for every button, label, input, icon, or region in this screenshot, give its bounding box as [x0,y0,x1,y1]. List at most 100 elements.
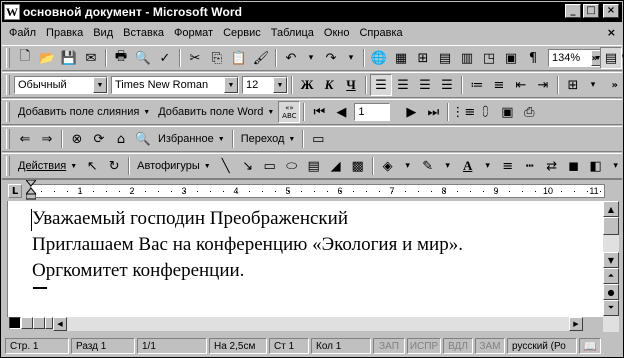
font-select[interactable]: Times New Roman ▼ [111,76,239,94]
document-line-signature[interactable]: Оргкомитет конференции. [32,260,244,282]
dash-style-icon[interactable]: ┅ [519,155,541,177]
scroll-right-icon[interactable]: ▶ [569,317,583,331]
merge-to-document-icon[interactable]: ▣ [496,101,518,123]
paste-icon[interactable]: 📋 [228,47,250,69]
toolbar-overflow-icon[interactable]: » [612,80,618,91]
email-icon[interactable]: ✉ [80,47,102,69]
view-toggle-icon[interactable]: ▤ [600,47,622,69]
status-overtype[interactable]: ЗАМ [475,338,505,354]
web-view-icon[interactable] [21,317,33,329]
ruler-strip[interactable]: 1 2 3 4 5 6 7 8 9 10 11 [30,184,605,198]
status-page[interactable]: Стр. 1 [5,338,69,354]
toolbar-grip[interactable] [6,48,10,68]
toolbar-grip[interactable] [6,129,10,149]
toolbar-overflow-icon[interactable]: » [592,53,598,64]
menu-table[interactable]: Таблица [266,27,319,39]
insert-excel-icon[interactable]: ▤ [434,47,456,69]
spelling-status-icon[interactable]: 📖 [579,338,601,354]
go-button[interactable]: Переход ▼ [237,128,300,150]
menu-view[interactable]: Вид [88,27,118,39]
scroll-down-icon[interactable]: ▼ [603,252,619,268]
rectangle-icon[interactable]: ▭ [259,155,281,177]
copy-icon[interactable]: ⎘ [206,47,228,69]
toolbar-grip[interactable] [6,102,10,122]
select-objects-icon[interactable]: ↖ [81,155,103,177]
stop-icon[interactable]: ⊗ [66,128,88,150]
fill-color-icon[interactable]: ◈ [377,155,399,177]
document-line-invitation[interactable]: Приглашаем Вас на конференцию «Экология … [32,234,463,256]
status-position[interactable]: На 2,5см [209,338,267,354]
align-center-icon[interactable]: ☰ [392,74,414,96]
print-icon[interactable]: 🖶 [110,47,132,69]
redo-dropdown-icon[interactable]: ▾ [342,47,360,69]
print-preview-icon[interactable]: 🔍 [132,47,154,69]
menu-edit[interactable]: Правка [41,27,88,39]
next-record-icon[interactable]: ▶ [400,101,422,123]
document-line-greeting[interactable]: Уважаемый господин Преображенский [32,208,348,230]
status-extend[interactable]: ВДЛ [443,338,473,354]
search-web-icon[interactable]: 🔍 [132,128,154,150]
borders-dropdown-icon[interactable]: ▾ [584,74,602,96]
new-document-icon[interactable]: 🗋 [14,47,36,69]
menu-tools[interactable]: Сервис [218,27,266,39]
font-color-dropdown-icon[interactable]: ▾ [479,155,497,177]
status-language[interactable]: русский (Ро [507,338,577,354]
insert-table-icon[interactable]: ⊞ [412,47,434,69]
tables-borders-icon[interactable]: ▦ [390,47,412,69]
line-color-icon[interactable]: ✎ [417,155,439,177]
open-folder-icon[interactable]: 📂 [36,47,58,69]
menu-insert[interactable]: Вставка [118,27,169,39]
redo-icon[interactable]: ↷ [320,47,342,69]
word-app-icon[interactable]: W [4,4,20,20]
decrease-indent-icon[interactable]: ⇤ [510,74,532,96]
select-browse-object-icon[interactable]: ● [603,284,619,300]
cut-icon[interactable]: ✂ [184,47,206,69]
merge-helper-icon[interactable]: ⋮≡ [451,101,475,123]
maximize-button[interactable]: □ [583,4,599,18]
close-button[interactable]: × [603,4,619,18]
undo-icon[interactable]: ↶ [280,47,302,69]
shadow-icon[interactable]: ◼ [563,155,585,177]
columns-icon[interactable]: ▥ [456,47,478,69]
arrow-icon[interactable]: ↘ [237,155,259,177]
text-box-icon[interactable]: ▤ [303,155,325,177]
oval-icon[interactable]: ⬭ [281,155,303,177]
indent-marker-icon[interactable] [26,180,36,200]
format-painter-icon[interactable]: 🖌 [250,47,272,69]
home-icon[interactable]: ⌂ [110,128,132,150]
status-track-changes[interactable]: ИСПР [407,338,441,354]
line-color-dropdown-icon[interactable]: ▾ [439,155,457,177]
status-record[interactable]: ЗАП [373,338,405,354]
document-map-icon[interactable]: ▣ [500,47,522,69]
borders-icon[interactable]: ⊞ [562,74,584,96]
vertical-scrollbar[interactable]: ▲ ▼ ⏶ ● ⏷ [603,201,619,332]
first-record-icon[interactable]: ⏮ [308,101,330,123]
underline-button[interactable]: Ч [340,74,362,96]
free-rotate-icon[interactable]: ↻ [103,155,125,177]
normal-view-icon[interactable] [9,317,21,329]
view-merged-data-button[interactable]: «» ABC [278,101,301,123]
bulleted-list-icon[interactable]: ≡ [488,74,510,96]
document-body[interactable]: Уважаемый господин Преображенский Пригла… [7,201,603,317]
line-style-icon[interactable]: ≡ [497,155,519,177]
show-only-web-toolbar-icon[interactable]: ▭ [307,128,329,150]
previous-record-icon[interactable]: ◀ [330,101,352,123]
increase-indent-icon[interactable]: ⇥ [532,74,554,96]
horizontal-ruler[interactable]: L 1 2 3 4 5 6 7 8 9 10 11 [2,179,622,201]
scroll-left-icon[interactable]: ◀ [53,317,67,331]
save-icon[interactable]: 💾 [58,47,80,69]
menu-file[interactable]: Файл [4,27,41,39]
3d-icon[interactable]: ◧ [585,155,607,177]
justify-icon[interactable]: ☰ [436,74,458,96]
minimize-button[interactable]: _ [565,4,581,18]
outline-view-icon[interactable] [45,317,53,329]
line-icon[interactable]: ╲ [215,155,237,177]
font-size-select[interactable]: 12 ▼ [242,76,288,94]
refresh-icon[interactable]: ⟳ [88,128,110,150]
arrow-style-icon[interactable]: ⇄ [541,155,563,177]
status-column[interactable]: Кол 1 [311,338,371,354]
add-word-field-button[interactable]: Добавить поле Word ▼ [154,101,278,123]
add-merge-field-button[interactable]: Добавить поле слияния ▼ [14,101,154,123]
scroll-up-icon[interactable]: ▲ [603,201,619,217]
menu-help[interactable]: Справка [354,27,407,39]
